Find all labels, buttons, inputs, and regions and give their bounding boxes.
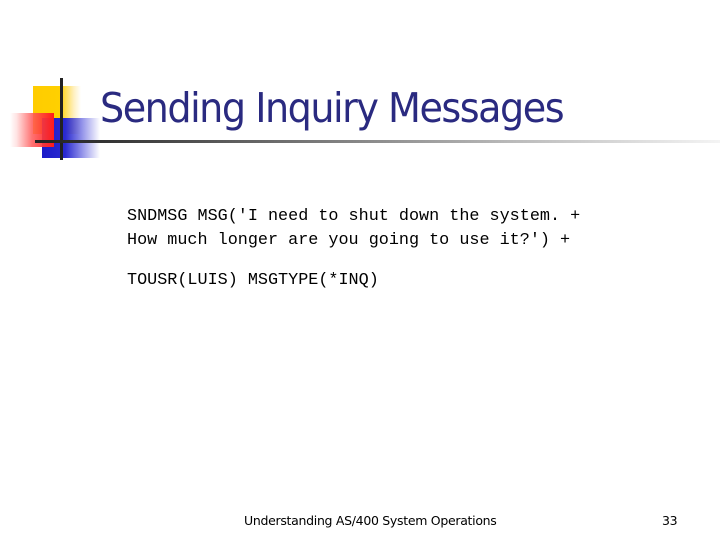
title-underline	[35, 140, 720, 143]
title-decoration	[0, 0, 110, 180]
footer-text: Understanding AS/400 System Operations	[244, 513, 497, 528]
page-number: 33	[662, 513, 678, 528]
slide-title: Sending Inquiry Messages	[100, 84, 565, 132]
code-line-1: SNDMSG MSG('I need to shut down the syst…	[127, 207, 581, 226]
decor-vertical-line	[60, 78, 63, 160]
code-line-3: TOUSR(LUIS) MSGTYPE(*INQ)	[127, 271, 379, 290]
code-line-2: How much longer are you going to use it?…	[127, 231, 571, 250]
